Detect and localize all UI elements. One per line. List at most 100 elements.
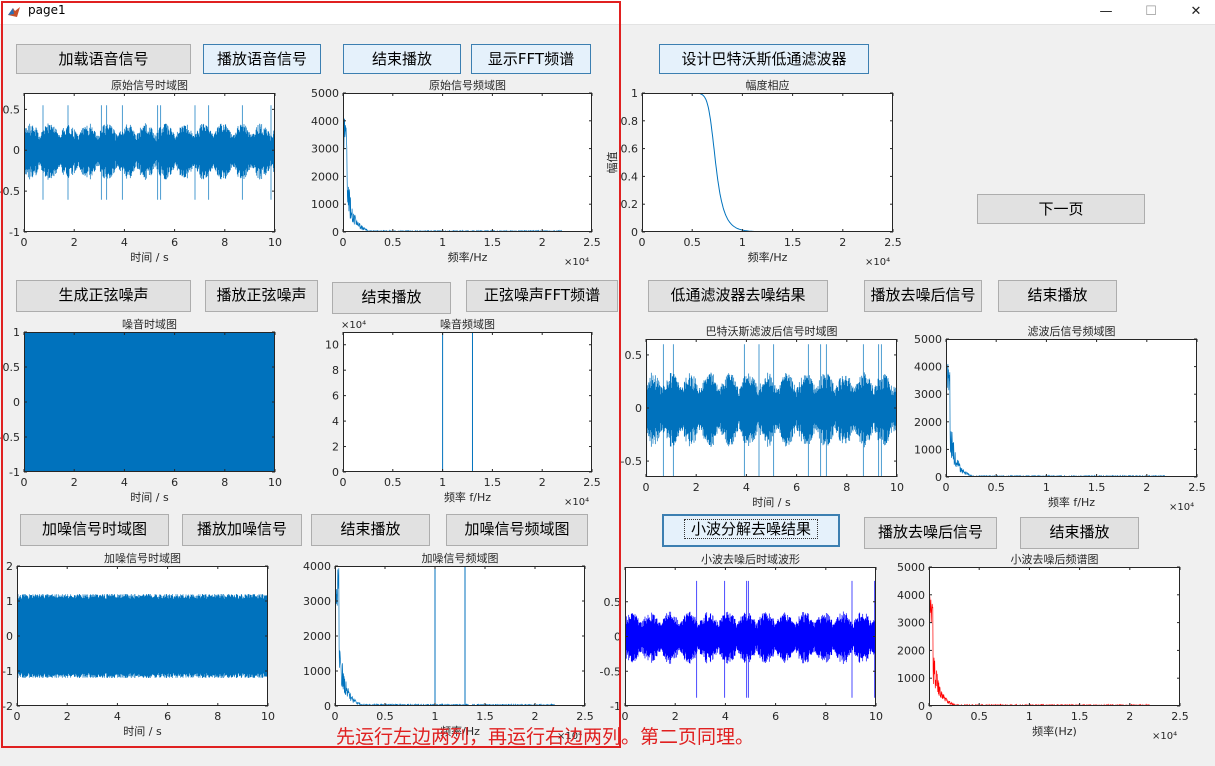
plot-area [335,566,585,706]
y-tick-label: 0.5 [3,361,21,374]
x-tick-label: 0.5 [384,236,402,249]
chart-title: 噪音时域图 [122,317,177,331]
annotation-note: 先运行左边两列，再运行右边两列。第二页同理。 [336,726,755,748]
x-tick-label: 0.5 [987,481,1005,494]
x-tick-label: 1 [439,236,446,249]
y-tick-label: 1000 [914,443,942,456]
x-tick-label: 0 [943,481,950,494]
y-tick-label: -1 [9,466,20,479]
x-tick-label: 2.5 [583,236,601,249]
next-page-button[interactable]: 下一页 [977,194,1145,224]
x-tick-label: 0 [643,481,650,494]
butterworth-time-plot: 0 2 4 6 8 100.50-0.5巴特沃斯滤波后信号时域图时间 / s [621,324,904,509]
chart-title: 加噪信号时域图 [104,552,181,565]
maximize-button[interactable]: ☐ [1128,0,1174,24]
x-tick-label: 1 [739,236,746,249]
minimize-button[interactable]: — [1083,0,1129,24]
x-tick-label: 6 [772,710,779,723]
x-tick-label: 1 [1043,481,1050,494]
x-tick-label: 10 [890,481,904,494]
show-fft-button[interactable]: 显示FFT频谱 [471,44,591,74]
y-tick-label: 0.6 [621,143,639,156]
x-tick-label: 6 [171,236,178,249]
play-noisy-signal-button[interactable]: 播放加噪信号 [182,514,302,546]
x-exponent: ×10⁴ [865,257,890,268]
y-tick-label: -2 [2,700,13,713]
noisy-freq-domain-button[interactable]: 加噪信号频域图 [446,514,588,546]
stop-playback-button-5[interactable]: 结束播放 [1020,517,1139,549]
design-butterworth-button[interactable]: 设计巴特沃斯低通滤波器 [659,44,869,74]
y-tick-label: 0.4 [621,170,639,183]
load-speech-button[interactable]: 加载语音信号 [16,44,191,74]
x-axis-label: 频率(Hz) [1032,724,1077,738]
x-tick-label: 2 [1126,710,1133,723]
stop-playback-button-3[interactable]: 结束播放 [998,280,1117,312]
y-tick-label: 0.8 [621,115,639,128]
x-exponent: ×10⁴ [564,257,589,268]
y-tick-label: -0.5 [621,455,642,468]
wavelet-button-label: 小波分解去噪结果 [683,519,818,539]
x-tick-label: 2.5 [1171,710,1189,723]
x-tick-label: 10 [268,476,282,489]
noise-time-plot: 0 2 4 6 8 10 1 0.5 0 -0.5 -1 噪音时域图时间 / s [0,317,282,504]
x-tick-label: 0.5 [970,710,988,723]
x-tick-label: 0 [14,710,21,723]
play-speech-button[interactable]: 播放语音信号 [203,44,321,74]
play-denoised-button-2[interactable]: 播放去噪后信号 [864,517,997,549]
lowpass-denoise-result-button[interactable]: 低通滤波器去噪结果 [648,280,828,312]
y-tick-label: 0.5 [604,596,622,609]
x-tick-label: 10 [869,710,883,723]
y-tick-label: 2 [332,441,339,454]
y-tick-label: 5000 [897,561,925,574]
y-tick-label: 2000 [303,630,331,643]
waveform-trace [17,594,268,678]
chart-title: 噪音频域图 [440,317,495,331]
y-tick-label: 0 [324,700,331,713]
y-axis-label: 幅值 [606,152,619,174]
window-title: page1 [28,3,66,17]
wavelet-denoise-result-button[interactable]: 小波分解去噪结果 [662,514,840,547]
y-tick-label: 0 [614,631,621,644]
y-tick-label: 0.2 [621,198,639,211]
stop-playback-button-4[interactable]: 结束播放 [311,514,430,546]
x-tick-label: 0 [340,476,347,489]
plot-area [929,567,1180,706]
play-sine-noise-button[interactable]: 播放正弦噪声 [205,280,318,312]
y-tick-label: 0 [6,630,13,643]
x-tick-label: 2 [539,476,546,489]
x-tick-label: 2.5 [1188,481,1206,494]
chart-title: 小波去噪后频谱图 [1011,552,1099,566]
y-tick-label: 4000 [914,361,942,374]
x-tick-label: 2.5 [583,476,601,489]
x-tick-label: 6 [793,481,800,494]
noisy-time-domain-button[interactable]: 加噪信号时域图 [20,514,169,546]
y-tick-label: 6 [332,390,339,403]
y-tick-label: 1 [631,87,638,100]
x-axis-label: 时间 / s [123,725,162,738]
stop-playback-button-2[interactable]: 结束播放 [332,282,451,314]
x-tick-label: 2 [839,236,846,249]
x-tick-label: 2 [64,710,71,723]
y-tick-label: 5000 [914,333,942,346]
y-tick-label: 0 [13,396,20,409]
sine-noise-fft-button[interactable]: 正弦噪声FFT频谱 [466,280,618,312]
wavelet-freq-plot: 0 0.5 1 1.5 2 2.5 5000 4000 3000 2000 1000 0 小波去噪后频谱… [897,552,1189,742]
y-tick-label: 2 [6,560,13,573]
y-tick-label: 0 [918,700,925,713]
y-tick-label: 5000 [311,87,339,100]
x-axis-label: 时间 / s [130,251,169,264]
generate-sine-noise-button[interactable]: 生成正弦噪声 [16,280,191,312]
butterworth-freq-plot: 0 0.5 1 1.5 2 2.5 5000 4000 3000 2000 1000 0 滤波后信号频域… [914,324,1206,513]
close-button[interactable]: ✕ [1173,0,1215,24]
stop-playback-button-1[interactable]: 结束播放 [343,44,461,74]
noisy-time-plot: 0 2 4 6 8 10210-1-2加噪信号时域图时间 / s [2,552,275,738]
plot-area [343,93,592,232]
x-tick-label: 10 [261,710,275,723]
x-tick-label: 2 [1143,481,1150,494]
y-tick-label: 1000 [897,672,925,685]
y-tick-label: 8 [332,364,339,377]
chart-title: 原始信号时域图 [111,78,188,92]
x-tick-label: 4 [121,476,128,489]
x-tick-label: 1.5 [1071,710,1089,723]
play-denoised-button-1[interactable]: 播放去噪后信号 [864,280,982,312]
